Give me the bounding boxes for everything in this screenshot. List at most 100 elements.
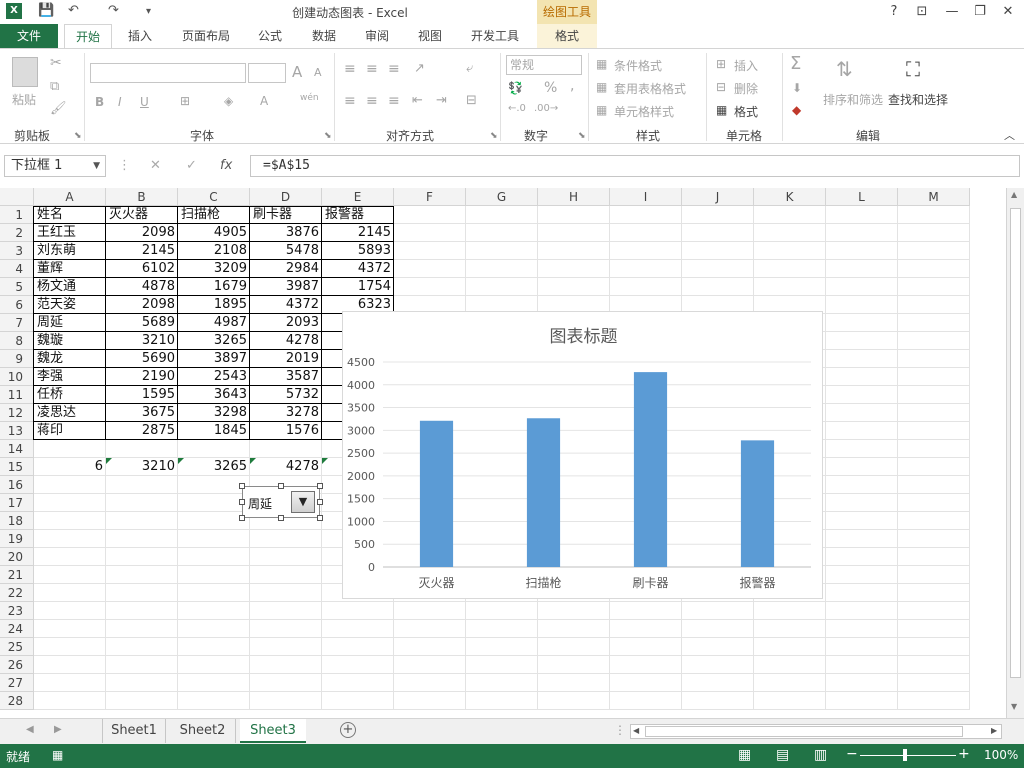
tab-file[interactable]: 文件: [0, 24, 58, 48]
column-header[interactable]: J: [682, 188, 754, 206]
zoom-slider-thumb[interactable]: [903, 749, 907, 761]
row-header[interactable]: 26: [0, 656, 34, 674]
tab-home[interactable]: 开始: [64, 24, 112, 49]
restore-icon[interactable]: ❐: [970, 2, 990, 22]
zoom-slider[interactable]: [860, 755, 956, 756]
table-format-icon[interactable]: ▦: [596, 80, 607, 94]
horizontal-scroll-thumb[interactable]: [645, 726, 963, 737]
row-header[interactable]: 16: [0, 476, 34, 494]
vertical-scrollbar[interactable]: ▲ ▼: [1006, 188, 1024, 718]
cell[interactable]: 4987: [178, 314, 250, 332]
fill-icon[interactable]: ⬇: [792, 81, 802, 95]
cell[interactable]: 刘东萌: [34, 242, 106, 260]
column-header[interactable]: I: [610, 188, 682, 206]
increase-indent-icon[interactable]: ⇥: [436, 93, 447, 108]
row-header[interactable]: 18: [0, 512, 34, 530]
cell[interactable]: 4372: [322, 260, 394, 278]
cell[interactable]: 2543: [178, 368, 250, 386]
cell[interactable]: 4878: [106, 278, 178, 296]
cell[interactable]: 2145: [106, 242, 178, 260]
cell[interactable]: 3265: [178, 332, 250, 350]
column-header[interactable]: B: [106, 188, 178, 206]
chevron-down-icon[interactable]: ▼: [93, 156, 100, 176]
chart-bar[interactable]: [633, 372, 668, 567]
wrap-text-icon[interactable]: ⤶: [466, 61, 473, 76]
chart-bar[interactable]: [419, 420, 454, 567]
row-header[interactable]: 7: [0, 314, 34, 332]
binoculars-icon[interactable]: ⛶: [906, 57, 920, 81]
collapse-ribbon-icon[interactable]: ︿: [1004, 127, 1015, 143]
row-header[interactable]: 1: [0, 206, 34, 224]
tab-view[interactable]: 视图: [408, 24, 452, 48]
row-header[interactable]: 3: [0, 242, 34, 260]
tab-developer[interactable]: 开发工具: [462, 24, 528, 48]
font-name-field[interactable]: [90, 63, 246, 83]
align-middle-icon[interactable]: ≡: [366, 61, 378, 77]
add-sheet-icon[interactable]: +: [340, 722, 356, 738]
column-header[interactable]: H: [538, 188, 610, 206]
row-header[interactable]: 12: [0, 404, 34, 422]
cell[interactable]: 凌思达: [34, 404, 106, 422]
tab-page-layout[interactable]: 页面布局: [172, 24, 240, 48]
cell[interactable]: 蒋印: [34, 422, 106, 440]
cell[interactable]: 3265: [178, 458, 250, 476]
find-select-button[interactable]: 查找和选择: [888, 91, 948, 108]
sheet-tab-sheet3[interactable]: Sheet3: [240, 719, 306, 743]
table-format-button[interactable]: 套用表格格式: [614, 80, 686, 97]
font-grow-button[interactable]: A: [292, 63, 302, 81]
select-all-corner[interactable]: [0, 188, 34, 206]
alignment-launcher-icon[interactable]: ⬊: [490, 131, 498, 141]
insert-cells-icon[interactable]: ⊞: [716, 57, 726, 71]
scroll-left-icon[interactable]: ◀: [633, 726, 639, 735]
error-indicator-icon[interactable]: [322, 458, 328, 464]
format-painter-icon[interactable]: 🖌: [50, 101, 67, 116]
resize-handle[interactable]: [317, 499, 323, 505]
cell[interactable]: 周延: [34, 314, 106, 332]
row-header[interactable]: 5: [0, 278, 34, 296]
cell[interactable]: 2098: [106, 224, 178, 242]
cell[interactable]: 1595: [106, 386, 178, 404]
orientation-icon[interactable]: ↗: [414, 61, 425, 76]
error-indicator-icon[interactable]: [106, 458, 112, 464]
clipboard-launcher-icon[interactable]: ⬊: [74, 131, 82, 141]
row-header[interactable]: 19: [0, 530, 34, 548]
cell[interactable]: 5690: [106, 350, 178, 368]
scroll-up-icon[interactable]: ▲: [1011, 190, 1017, 199]
scroll-right-icon[interactable]: ▶: [991, 726, 997, 735]
column-header[interactable]: A: [34, 188, 106, 206]
function-icon[interactable]: fx: [220, 158, 232, 173]
row-header[interactable]: 20: [0, 548, 34, 566]
column-header[interactable]: E: [322, 188, 394, 206]
font-shrink-button[interactable]: A: [314, 66, 322, 79]
cell[interactable]: 3587: [250, 368, 322, 386]
scroll-tabs-left-icon[interactable]: ◀: [26, 724, 34, 735]
cut-icon[interactable]: ✂: [50, 55, 62, 71]
merge-center-icon[interactable]: ⊟: [466, 93, 477, 108]
percent-button[interactable]: %: [544, 80, 557, 96]
conditional-format-button[interactable]: 条件格式: [614, 57, 662, 74]
borders-icon[interactable]: ⊞: [180, 94, 190, 108]
enter-icon[interactable]: ✓: [186, 158, 197, 173]
cell[interactable]: 1679: [178, 278, 250, 296]
cell[interactable]: 扫描枪: [178, 206, 250, 224]
combo-box-control[interactable]: 周延 ▼: [242, 486, 320, 518]
delete-cells-button[interactable]: 删除: [734, 80, 758, 97]
cell[interactable]: 3675: [106, 404, 178, 422]
cell[interactable]: 姓名: [34, 206, 106, 224]
row-header[interactable]: 17: [0, 494, 34, 512]
column-header[interactable]: M: [898, 188, 970, 206]
row-header[interactable]: 8: [0, 332, 34, 350]
row-header[interactable]: 11: [0, 386, 34, 404]
italic-button[interactable]: I: [118, 95, 122, 109]
chart-bar[interactable]: [740, 440, 775, 567]
cell[interactable]: 2019: [250, 350, 322, 368]
column-header[interactable]: G: [466, 188, 538, 206]
align-left-icon[interactable]: ≡: [344, 93, 356, 109]
fill-color-icon[interactable]: ◈: [224, 94, 233, 108]
name-box[interactable]: 下拉框 1 ▼: [4, 155, 106, 177]
cell[interactable]: 3643: [178, 386, 250, 404]
copy-icon[interactable]: ⧉: [50, 79, 59, 94]
phonetic-icon[interactable]: wén: [300, 93, 319, 103]
cell[interactable]: 报警器: [322, 206, 394, 224]
minimize-icon[interactable]: —: [942, 2, 962, 22]
